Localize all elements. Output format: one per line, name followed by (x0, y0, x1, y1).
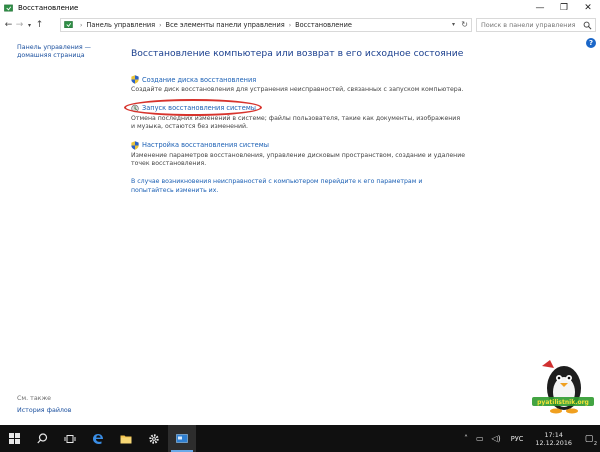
configure-restore-description: Изменение параметров восстановления, упр… (131, 151, 466, 168)
title-bar: Восстановление — ❐ ✕ (0, 0, 600, 16)
uac-shield-icon (131, 75, 139, 84)
navigation-bar: ← → ▾ ↑ › Панель управления › Все элемен… (0, 16, 600, 34)
breadcrumb-separator: › (288, 21, 292, 29)
system-restore-item: Запуск восстановления системы Отмена пос… (124, 98, 591, 132)
address-dropdown-icon[interactable]: ▾ (452, 19, 455, 31)
close-button[interactable]: ✕ (576, 0, 600, 16)
task-view-icon (64, 434, 76, 443)
forward-arrow-icon[interactable]: → (14, 18, 25, 32)
volume-icon[interactable]: ◁) (492, 434, 501, 443)
settings-button[interactable] (140, 425, 168, 452)
see-also-label: См. также (17, 395, 52, 402)
window-title: Восстановление (18, 4, 79, 12)
address-bar[interactable]: › Панель управления › Все элементы панел… (60, 18, 472, 32)
uac-shield-icon (131, 141, 139, 150)
file-explorer-button[interactable] (112, 425, 140, 452)
breadcrumb-control-panel[interactable]: Панель управления (86, 21, 155, 29)
folder-icon (120, 435, 132, 443)
breadcrumb-recovery[interactable]: Восстановление (295, 21, 352, 29)
help-icon[interactable]: ? (586, 38, 596, 48)
left-nav: Панель управления — домашняя страница (17, 44, 117, 60)
back-arrow-icon[interactable]: ← (3, 18, 14, 32)
recovery-window-taskbar-button[interactable] (168, 425, 196, 452)
home-link-line1: Панель управления — (17, 44, 91, 51)
control-panel-icon (176, 433, 188, 443)
page-heading: Восстановление компьютера или возврат в … (131, 48, 464, 59)
search-icon (36, 433, 47, 444)
refresh-icon[interactable]: ↻ (461, 19, 468, 31)
task-view-button[interactable] (56, 425, 84, 452)
search-box[interactable] (476, 18, 596, 32)
edge-icon (93, 433, 103, 444)
search-icon[interactable] (583, 21, 592, 30)
notification-icon: ▢ (584, 433, 594, 444)
search-button[interactable] (28, 425, 56, 452)
main-content: Восстановление компьютера или возврат в … (124, 48, 591, 195)
maximize-button[interactable]: ❐ (552, 0, 576, 16)
control-panel-recovery-icon (4, 4, 13, 11)
highlight-ellipse (124, 98, 262, 116)
search-input[interactable] (481, 21, 581, 29)
breadcrumb-all-items[interactable]: Все элементы панели управления (166, 21, 285, 29)
system-tray: ˄ ▭ ◁) РУС 17:14 12.12.2016 ▢ 2 (460, 425, 600, 452)
configure-system-restore-link[interactable]: Настройка восстановления системы (142, 141, 269, 149)
network-icon[interactable]: ▭ (476, 434, 484, 443)
configure-restore-item: Настройка восстановления системы Изменен… (131, 141, 591, 169)
clock-date: 12.12.2016 (535, 438, 572, 447)
breadcrumb-separator: › (159, 21, 162, 29)
system-restore-description: Отмена последних изменений в системе; фа… (131, 114, 461, 131)
clock-time: 17:14 (544, 430, 563, 439)
input-language[interactable]: РУС (511, 435, 524, 443)
up-arrow-icon[interactable]: ↑ (34, 18, 45, 32)
control-panel-icon (64, 21, 73, 28)
recent-locations-chevron-icon[interactable]: ▾ (25, 18, 34, 32)
window-controls: — ❐ ✕ (528, 0, 600, 16)
control-panel-home-link[interactable]: Панель управления — домашняя страница (17, 44, 117, 60)
reset-pc-link[interactable]: В случае возникновения неисправностей с … (131, 178, 466, 195)
action-center-button[interactable]: ▢ 2 (578, 425, 600, 452)
clock[interactable]: 17:14 12.12.2016 (535, 431, 572, 447)
windows-logo-icon (8, 433, 20, 444)
taskbar: ˄ ▭ ◁) РУС 17:14 12.12.2016 ▢ 2 (0, 425, 600, 452)
minimize-button[interactable]: — (528, 0, 552, 16)
recovery-drive-description: Создайте диск восстановления для устране… (131, 86, 464, 93)
home-link-line2: домашняя страница (17, 52, 85, 59)
notification-count: 2 (593, 441, 597, 447)
breadcrumb-separator: › (80, 21, 83, 29)
gear-icon (149, 433, 159, 444)
recovery-drive-item: Создание диска восстановления Создайте д… (131, 75, 591, 95)
show-hidden-icons-chevron-icon[interactable]: ˄ (464, 434, 468, 443)
create-recovery-drive-link[interactable]: Создание диска восстановления (142, 76, 256, 84)
penguin-logo-watermark: pyatilistnik.org (532, 360, 594, 414)
start-button[interactable] (0, 425, 28, 452)
watermark-text: pyatilistnik.org (537, 399, 589, 406)
file-history-link[interactable]: История файлов (17, 407, 72, 414)
edge-browser-button[interactable] (84, 425, 112, 452)
